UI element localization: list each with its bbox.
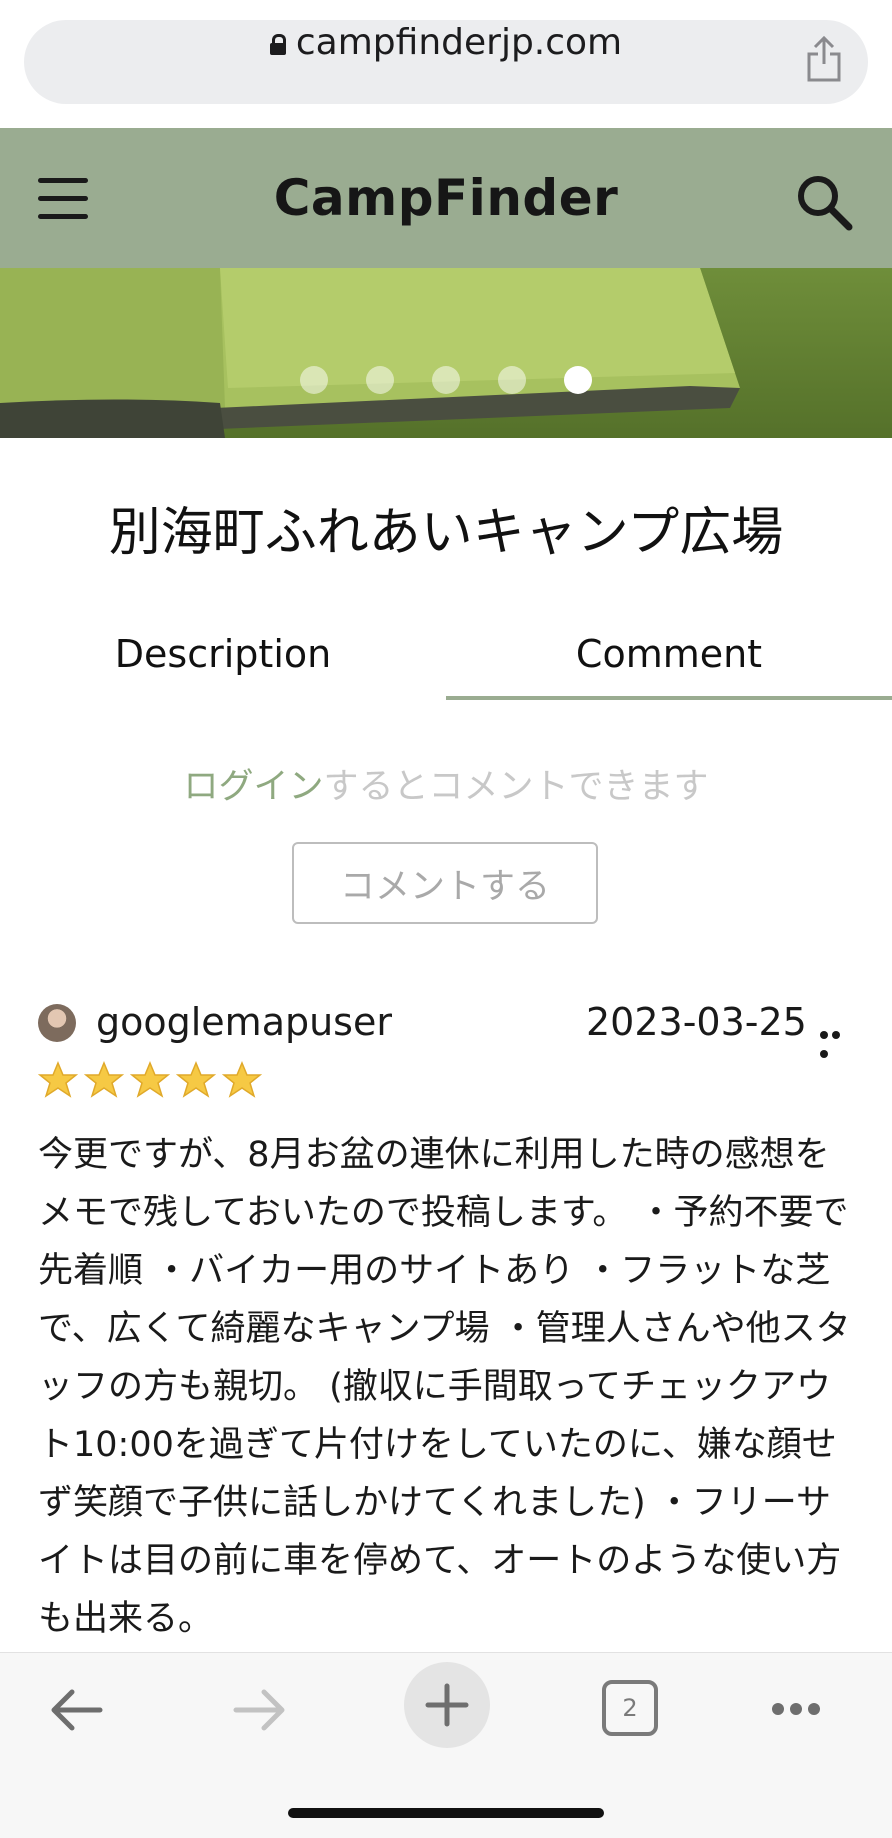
carousel-dot[interactable] <box>498 366 526 394</box>
review-date: 2023-03-25 <box>586 1000 807 1044</box>
menu-icon[interactable] <box>38 178 88 224</box>
login-prompt: ログインするとコメントできます <box>0 758 892 809</box>
url-display[interactable]: campfinderjp.com <box>0 0 892 84</box>
star-icon <box>84 1061 124 1098</box>
tent-photo <box>0 268 892 438</box>
star-icon <box>130 1061 170 1098</box>
site-logo[interactable]: CampFinder <box>0 128 892 268</box>
review-body-container: 今更ですが、8月お盆の連休に利用した時の感想をメモで残しておいたので投稿します。… <box>0 1120 892 1654</box>
tab-description[interactable]: Description <box>0 632 446 676</box>
carousel-dot-active[interactable] <box>564 366 592 394</box>
carousel-indicators[interactable] <box>0 366 892 394</box>
active-tab-indicator <box>446 696 892 700</box>
plus-icon <box>425 1683 469 1727</box>
review-username[interactable]: googlemapuser <box>96 1000 392 1044</box>
avatar[interactable] <box>38 1004 76 1042</box>
more-options-icon[interactable] <box>772 1700 828 1715</box>
login-prompt-text: するとコメントできます <box>323 767 709 807</box>
forward-icon[interactable] <box>232 1685 288 1735</box>
url-text: campfinderjp.com <box>295 21 623 63</box>
search-icon[interactable] <box>794 172 854 232</box>
tab-comment[interactable]: Comment <box>446 632 892 676</box>
tabs-count-button[interactable]: 2 <box>602 1680 658 1736</box>
carousel-dot[interactable] <box>432 366 460 394</box>
share-icon[interactable] <box>804 34 844 84</box>
page-title: 別海町ふれあいキャンプ広場 <box>108 503 784 563</box>
review-more-icon[interactable] <box>820 1024 854 1058</box>
hero-carousel-image[interactable] <box>0 268 892 438</box>
comment-button[interactable]: コメントする <box>292 842 598 924</box>
star-icon <box>222 1061 262 1098</box>
review-text: 今更ですが、8月お盆の連休に利用した時の感想をメモで残しておいたので投稿します。… <box>38 1135 851 1639</box>
back-icon[interactable] <box>48 1685 104 1735</box>
star-icon <box>176 1061 216 1098</box>
star-icon <box>38 1061 78 1098</box>
carousel-dot[interactable] <box>300 366 328 394</box>
login-link[interactable]: ログイン <box>183 767 323 807</box>
new-tab-button[interactable] <box>404 1662 490 1748</box>
lock-icon <box>269 34 286 55</box>
carousel-dot[interactable] <box>366 366 394 394</box>
rating-stars <box>38 1060 262 1100</box>
home-indicator[interactable] <box>288 1808 604 1818</box>
